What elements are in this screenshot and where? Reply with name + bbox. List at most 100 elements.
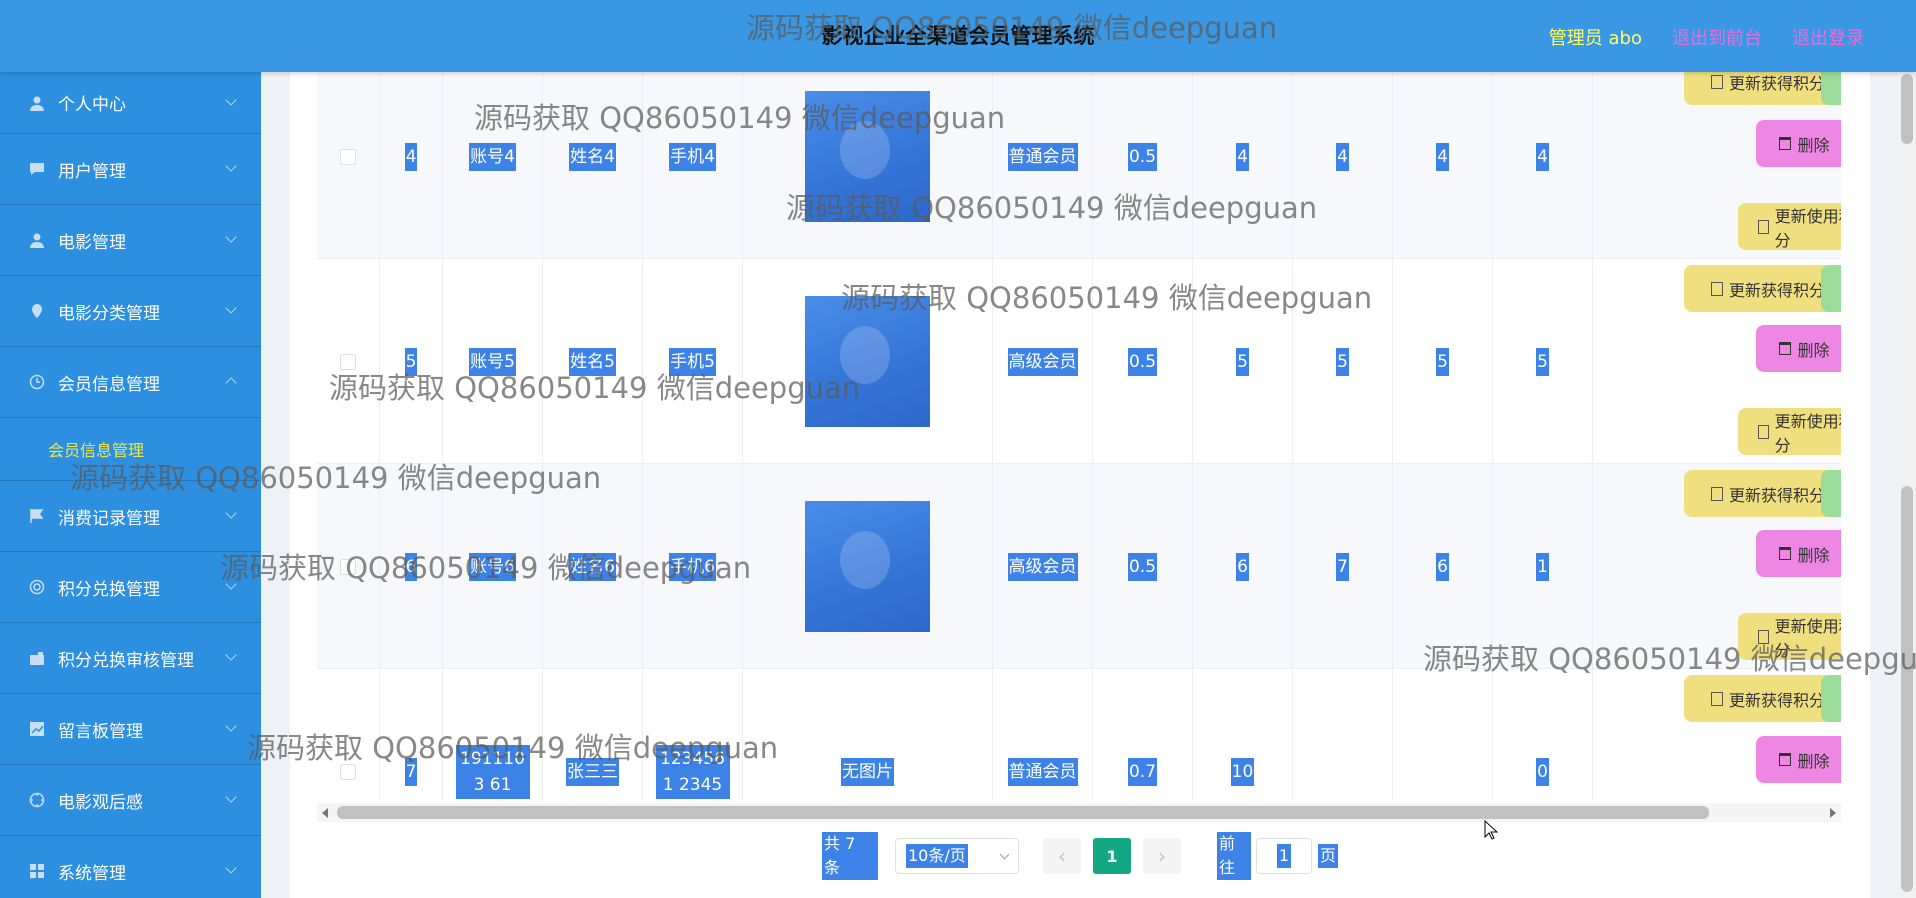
update-used-points-button[interactable]: 更新使用积分	[1738, 408, 1841, 455]
cell-value: 5	[1536, 347, 1549, 376]
delete-button[interactable]: 删除	[1756, 736, 1841, 783]
watermark: 源码获取 QQ86050149 微信deepguan	[474, 101, 1006, 135]
member-photo	[805, 501, 930, 632]
delete-button[interactable]: 删除	[1756, 530, 1841, 577]
page-1-button[interactable]: 1	[1093, 838, 1131, 874]
scrollbar-thumb[interactable]	[337, 806, 1709, 819]
sidebar-item-movie-categories[interactable]: 电影分类管理	[0, 276, 261, 347]
sidebar-item-profile[interactable]: 个人中心	[0, 72, 261, 134]
total-count: 共 7 条	[822, 832, 878, 880]
cell-value: 4	[1436, 142, 1449, 171]
sidebar-item-message-board[interactable]: 留言板管理	[0, 694, 261, 765]
trash-icon	[1779, 342, 1792, 355]
cell-value: 7	[1336, 552, 1349, 581]
document-icon	[1710, 281, 1723, 296]
cell-no-image: 无图片	[841, 757, 894, 786]
more-action-button[interactable]	[1821, 675, 1841, 722]
goto-suffix: 页	[1318, 844, 1339, 868]
prev-page-button[interactable]: ‹	[1043, 838, 1081, 874]
flag-icon	[28, 507, 46, 525]
cell-level: 高级会员	[1007, 347, 1078, 376]
watermark: 源码获取 QQ86050149 微信deepguan	[786, 191, 1318, 225]
camera-icon	[28, 649, 46, 667]
document-icon	[1710, 74, 1723, 89]
mouse-cursor-icon	[1484, 819, 1499, 844]
cell-name: 姓名4	[569, 142, 616, 171]
user-icon	[28, 94, 46, 112]
page-size-select[interactable]: 10条/页	[895, 838, 1019, 874]
watermark: 源码获取 QQ86050149 微信deepguan	[746, 11, 1278, 45]
logout-link[interactable]: 退出登录	[1792, 24, 1864, 50]
sidebar-item-label: 积分兑换审核管理	[58, 650, 194, 671]
member-table: 4 账号4 姓名4 手机4 普通会员 0.5 4 4 4 4 5 账号5 姓名5…	[317, 72, 1841, 800]
watermark: 源码获取 QQ86050149 微信deepguan	[247, 731, 779, 765]
sidebar-item-movie-reviews[interactable]: 电影观后感	[0, 765, 261, 836]
back-to-front-link[interactable]: 退出到前台	[1672, 24, 1762, 50]
sidebar-item-label: 电影分类管理	[58, 303, 160, 324]
chevron-down-icon	[225, 649, 237, 661]
cell-value: 10	[1230, 757, 1255, 786]
watermark: 源码获取 QQ86050149 微信deepguan	[220, 551, 752, 585]
chevron-down-icon	[225, 507, 237, 519]
vertical-scrollbar-thumb[interactable]	[1901, 486, 1913, 892]
scroll-left-arrow-icon[interactable]	[322, 808, 328, 818]
target-icon	[28, 578, 46, 596]
cell-value: 4	[1336, 142, 1349, 171]
watermark: 源码获取 QQ86050149 微信deepguan	[329, 371, 861, 405]
cell-discount: 0.5	[1127, 347, 1158, 376]
cell-id: 4	[404, 142, 418, 171]
cell-account: 账号4	[469, 142, 516, 171]
watermark: 源码获取 QQ86050149 微信deepguan	[841, 281, 1373, 315]
horizontal-scrollbar[interactable]	[317, 803, 1841, 822]
sidebar-item-label: 个人中心	[58, 95, 126, 115]
chevron-down-icon	[225, 94, 237, 106]
cell-discount: 0.5	[1127, 142, 1158, 171]
more-action-button[interactable]	[1821, 265, 1841, 312]
goto-page-input[interactable]: 1	[1256, 838, 1312, 874]
cell-value: 1	[1536, 552, 1549, 581]
sidebar-item-points-review[interactable]: 积分兑换审核管理	[0, 623, 261, 694]
vertical-scrollbar[interactable]	[1898, 72, 1916, 898]
clock-icon	[28, 373, 46, 391]
chevron-down-icon	[225, 302, 237, 314]
update-gained-points-button[interactable]: 更新获得积分	[1684, 265, 1841, 312]
trash-icon	[1779, 547, 1792, 560]
delete-button[interactable]: 删除	[1756, 325, 1841, 372]
scroll-right-arrow-icon[interactable]	[1830, 808, 1836, 818]
update-gained-points-button[interactable]: 更新获得积分	[1684, 675, 1841, 722]
chevron-down-icon	[225, 720, 237, 732]
chart-icon	[28, 720, 46, 738]
row-checkbox[interactable]	[340, 148, 356, 165]
cell-value: 5	[1236, 347, 1249, 376]
cell-level: 普通会员	[1007, 757, 1078, 786]
chevron-down-icon	[999, 849, 1010, 859]
more-action-button[interactable]	[1821, 72, 1841, 105]
cell-value: 5	[1336, 347, 1349, 376]
watermark: 源码获取 QQ86050149 微信deepguan	[70, 461, 602, 495]
trash-icon	[1779, 137, 1792, 150]
sidebar-item-users[interactable]: 用户管理	[0, 134, 261, 205]
document-icon	[1758, 219, 1769, 234]
update-used-points-button[interactable]: 更新使用积分	[1738, 203, 1841, 250]
sidebar-item-movies[interactable]: 电影管理	[0, 205, 261, 276]
delete-button[interactable]: 删除	[1756, 120, 1841, 167]
more-action-button[interactable]	[1821, 470, 1841, 517]
user-icon	[28, 231, 46, 249]
cell-phone: 手机4	[669, 142, 716, 171]
chevron-down-icon	[225, 160, 237, 172]
location-icon	[28, 302, 46, 320]
chevron-down-icon	[225, 231, 237, 243]
cell-value: 6	[1436, 552, 1449, 581]
sidebar-item-label: 用户管理	[58, 161, 126, 182]
admin-label: 管理员 abo	[1548, 28, 1642, 49]
next-page-button[interactable]: ›	[1143, 838, 1181, 874]
sidebar-item-label: 电影管理	[58, 232, 126, 253]
sidebar-item-member-info[interactable]: 会员信息管理	[0, 347, 261, 418]
update-gained-points-button[interactable]: 更新获得积分	[1684, 470, 1841, 517]
document-icon	[1710, 691, 1723, 706]
update-gained-points-button[interactable]: 更新获得积分	[1684, 72, 1841, 105]
compass-icon	[28, 791, 46, 809]
cell-value: 4	[1236, 142, 1249, 171]
page-size-value: 10条/页	[906, 844, 968, 868]
goto-prefix: 前往	[1217, 832, 1251, 880]
